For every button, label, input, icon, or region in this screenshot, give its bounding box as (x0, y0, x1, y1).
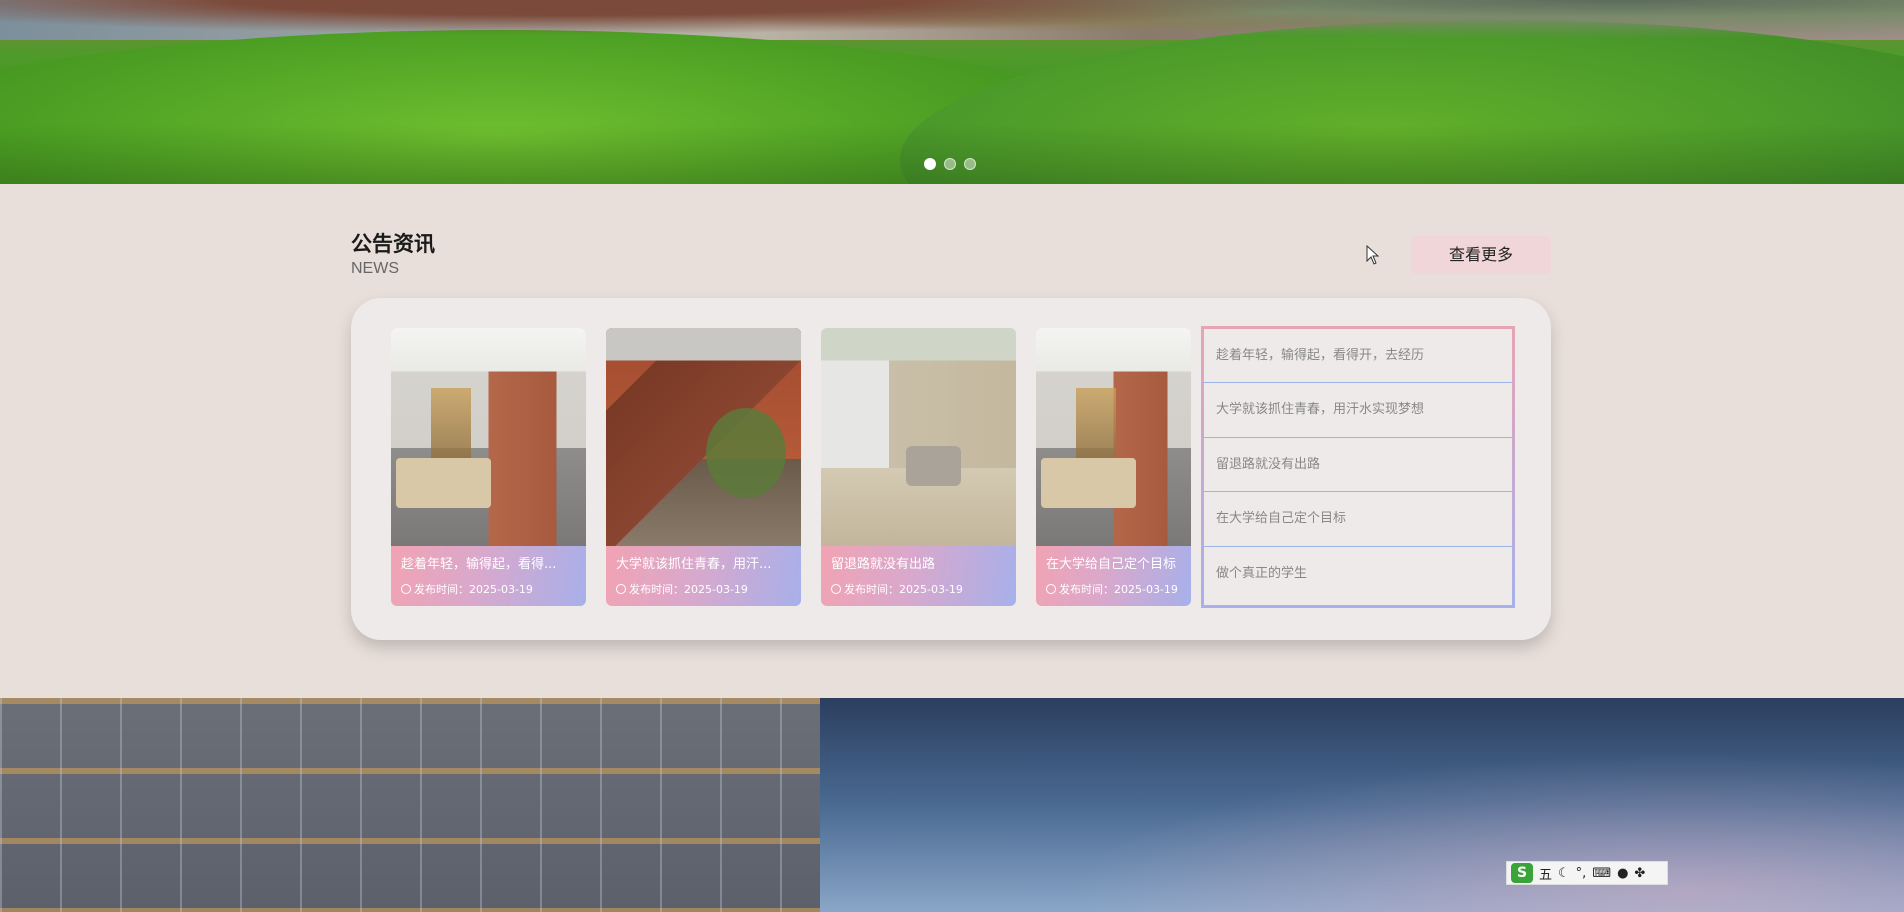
news-card-image (391, 328, 586, 546)
news-card-date-row: 发布时间：2025-03-19 (401, 581, 576, 597)
moon-icon[interactable]: ☾ (1558, 866, 1570, 881)
news-card-date-row: 发布时间：2025-03-19 (616, 581, 791, 597)
news-section: 公告资讯 NEWS 查看更多 趁着年轻，输得起，看得... 发布时间：2025-… (0, 184, 1904, 698)
ime-mode[interactable]: 五 (1539, 864, 1552, 883)
clock-icon (401, 584, 411, 594)
news-card[interactable]: 大学就该抓住青春，用汗... 发布时间：2025-03-19 (606, 328, 801, 606)
building-facade (0, 698, 820, 912)
news-list-item[interactable]: 在大学给自己定个目标 (1204, 492, 1512, 547)
hero-shade (0, 124, 1904, 184)
ime-toolbar: S 五 ☾ °, ⌨ ● ✤ (1506, 861, 1668, 885)
user-icon[interactable]: ● (1617, 866, 1628, 881)
news-card[interactable]: 在大学给自己定个目标 发布时间：2025-03-19 (1036, 328, 1191, 606)
punctuation-icon[interactable]: °, (1576, 866, 1587, 881)
news-list-item[interactable]: 留退路就没有出路 (1204, 438, 1512, 493)
keyboard-icon[interactable]: ⌨ (1592, 866, 1611, 881)
news-card-date-row: 发布时间：2025-03-19 (831, 581, 1006, 597)
mouse-cursor-icon (1366, 245, 1380, 265)
news-list-item[interactable]: 做个真正的学生 (1204, 547, 1512, 601)
hero-banner (0, 0, 1904, 184)
carousel-dot-1[interactable] (924, 158, 936, 170)
carousel-dot-3[interactable] (964, 158, 976, 170)
news-card-image (606, 328, 801, 546)
news-card-image (1036, 328, 1191, 546)
hero-mountain-ridge (0, 0, 1904, 60)
news-list-item[interactable]: 大学就该抓住青春，用汗水实现梦想 (1204, 383, 1512, 438)
news-title: 公告资讯 (351, 232, 435, 256)
news-card-date: 发布时间：2025-03-19 (629, 583, 748, 596)
carousel-dot-2[interactable] (944, 158, 956, 170)
clock-icon (1046, 584, 1056, 594)
sky-glow (820, 698, 1904, 912)
sogou-logo-icon[interactable]: S (1511, 863, 1533, 883)
news-card-date: 发布时间：2025-03-19 (414, 583, 533, 596)
news-list-item[interactable]: 趁着年轻，输得起，看得开，去经历 (1204, 329, 1512, 384)
news-card-caption: 留退路就没有出路 发布时间：2025-03-19 (821, 546, 1016, 606)
news-card-caption: 在大学给自己定个目标 发布时间：2025-03-19 (1036, 546, 1191, 606)
clock-icon (616, 584, 626, 594)
news-card-title: 趁着年轻，输得起，看得... (401, 557, 557, 572)
news-card-caption: 趁着年轻，输得起，看得... 发布时间：2025-03-19 (391, 546, 586, 606)
clock-icon (831, 584, 841, 594)
apps-icon[interactable]: ✤ (1634, 866, 1645, 881)
news-card-title: 在大学给自己定个目标 (1046, 557, 1177, 572)
news-title-list: 趁着年轻，输得起，看得开，去经历 大学就该抓住青春，用汗水实现梦想 留退路就没有… (1201, 326, 1515, 608)
news-card-caption: 大学就该抓住青春，用汗... 发布时间：2025-03-19 (606, 546, 801, 606)
news-card-title: 留退路就没有出路 (831, 557, 936, 572)
carousel-dots (924, 158, 976, 170)
view-more-button[interactable]: 查看更多 (1411, 236, 1551, 274)
news-card[interactable]: 留退路就没有出路 发布时间：2025-03-19 (821, 328, 1016, 606)
news-panel: 趁着年轻，输得起，看得... 发布时间：2025-03-19 大学就该抓住青春，… (351, 298, 1551, 640)
news-card-image (821, 328, 1016, 546)
news-card-date: 发布时间：2025-03-19 (844, 583, 963, 596)
news-card[interactable]: 趁着年轻，输得起，看得... 发布时间：2025-03-19 (391, 328, 586, 606)
news-subtitle: NEWS (351, 260, 399, 277)
news-card-date: 发布时间：2025-03-19 (1059, 583, 1178, 596)
news-card-date-row: 发布时间：2025-03-19 (1046, 581, 1181, 597)
news-card-title: 大学就该抓住青春，用汗... (616, 557, 772, 572)
